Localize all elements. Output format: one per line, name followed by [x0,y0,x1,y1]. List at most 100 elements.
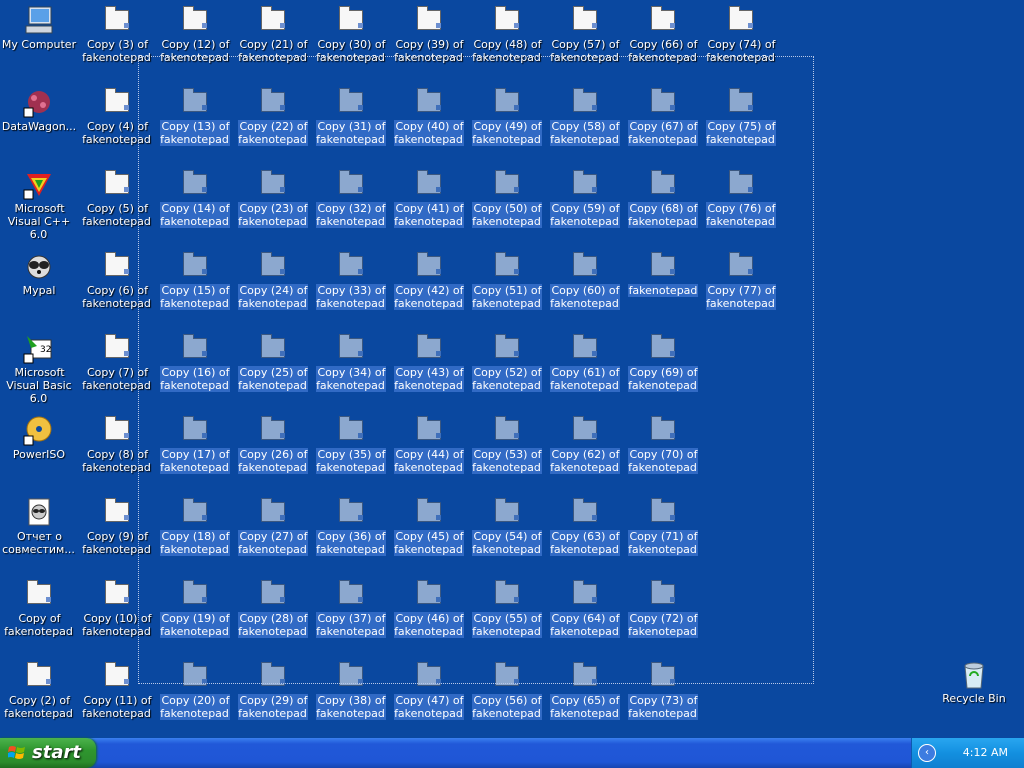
desktop-icon-grid-6-1[interactable]: Copy (67) of fakenotepad [624,84,702,158]
desktop-icon-grid-3-5[interactable]: Copy (44) of fakenotepad [390,412,468,486]
desktop-icon-grid-0-0[interactable]: Copy (12) of fakenotepad [156,2,234,76]
desktop-icon-col1-2[interactable]: Microsoft Visual C++ 6.0 [0,166,78,241]
desktop-icon-label: Copy (47) of fakenotepad [394,694,464,720]
desktop-icon-grid-1-2[interactable]: Copy (23) of fakenotepad [234,166,312,240]
desktop-icon-grid-2-7[interactable]: Copy (37) of fakenotepad [312,576,390,650]
desktop-icon-grid-5-1[interactable]: Copy (58) of fakenotepad [546,84,624,158]
desktop-icon-grid-7-1[interactable]: Copy (75) of fakenotepad [702,84,780,158]
desktop-icon-grid-6-8[interactable]: Copy (73) of fakenotepad [624,658,702,732]
desktop-icon-grid-0-5[interactable]: Copy (17) of fakenotepad [156,412,234,486]
desktop-icon-grid-6-4[interactable]: Copy (69) of fakenotepad [624,330,702,404]
desktop-icon-col1-1[interactable]: DataWagon... [0,84,78,158]
desktop-icon-grid-5-8[interactable]: Copy (65) of fakenotepad [546,658,624,732]
desktop-icon-grid-7-3[interactable]: Copy (77) of fakenotepad [702,248,780,322]
desktop-icon-col1-8[interactable]: Copy (2) of fakenotepad [0,658,78,732]
desktop-icon-grid-6-5[interactable]: Copy (70) of fakenotepad [624,412,702,486]
desktop-icon-grid-6-0[interactable]: Copy (66) of fakenotepad [624,2,702,76]
desktop-icon-label: Copy (57) of fakenotepad [550,38,620,64]
desktop-icon-grid-7-2[interactable]: Copy (76) of fakenotepad [702,166,780,240]
desktop-icon-grid-4-7[interactable]: Copy (55) of fakenotepad [468,576,546,650]
desktop-icon-grid-5-3[interactable]: Copy (60) of fakenotepad [546,248,624,322]
start-button[interactable]: start [0,738,96,768]
desktop-icon-grid-3-0[interactable]: Copy (39) of fakenotepad [390,2,468,76]
desktop-icon-col1-5[interactable]: PowerISO [0,412,78,486]
desktop-icon-grid-5-0[interactable]: Copy (57) of fakenotepad [546,2,624,76]
desktop-icon-label: Mypal [22,284,56,297]
desktop-icon-grid-3-7[interactable]: Copy (46) of fakenotepad [390,576,468,650]
desktop-icon-grid-0-1[interactable]: Copy (13) of fakenotepad [156,84,234,158]
desktop-icon-grid-3-1[interactable]: Copy (40) of fakenotepad [390,84,468,158]
desktop-icon-grid-2-6[interactable]: Copy (36) of fakenotepad [312,494,390,568]
desktop-icon-grid-4-6[interactable]: Copy (54) of fakenotepad [468,494,546,568]
desktop-icon-grid-4-4[interactable]: Copy (52) of fakenotepad [468,330,546,404]
desktop-icon-grid-0-2[interactable]: Copy (14) of fakenotepad [156,166,234,240]
desktop-icon-col2-1[interactable]: Copy (4) of fakenotepad [78,84,156,158]
desktop-icon-col1-4[interactable]: 32 Microsoft Visual Basic 6.0 [0,330,78,405]
desktop-icon-label: Copy (54) of fakenotepad [472,530,542,556]
desktop-icon-grid-3-2[interactable]: Copy (41) of fakenotepad [390,166,468,240]
desktop-icon-grid-4-2[interactable]: Copy (50) of fakenotepad [468,166,546,240]
desktop-icon-grid-7-0[interactable]: Copy (74) of fakenotepad [702,2,780,76]
desktop-icon-label: Copy (43) of fakenotepad [394,366,464,392]
desktop-icon-grid-3-4[interactable]: Copy (43) of fakenotepad [390,330,468,404]
desktop-icon-grid-1-1[interactable]: Copy (22) of fakenotepad [234,84,312,158]
desktop-icon-grid-0-8[interactable]: Copy (20) of fakenotepad [156,658,234,732]
desktop-icon-grid-2-2[interactable]: Copy (32) of fakenotepad [312,166,390,240]
desktop-icon-grid-1-6[interactable]: Copy (27) of fakenotepad [234,494,312,568]
desktop-icon-grid-3-3[interactable]: Copy (42) of fakenotepad [390,248,468,322]
desktop-icon-grid-2-0[interactable]: Copy (30) of fakenotepad [312,2,390,76]
desktop-icon-grid-6-2[interactable]: Copy (68) of fakenotepad [624,166,702,240]
desktop-icon-label: Copy (76) of fakenotepad [706,202,776,228]
clock[interactable]: 4:12 AM [963,746,1008,759]
desktop-icon-grid-5-6[interactable]: Copy (63) of fakenotepad [546,494,624,568]
desktop-icon-grid-2-8[interactable]: Copy (38) of fakenotepad [312,658,390,732]
desktop-icon-grid-2-4[interactable]: Copy (34) of fakenotepad [312,330,390,404]
desktop[interactable]: My Computer DataWagon... Microsoft Visual … [0,0,1024,738]
desktop-icon-recycle-bin[interactable]: Recycle Bin [935,656,1013,730]
desktop-icon-grid-1-3[interactable]: Copy (24) of fakenotepad [234,248,312,322]
desktop-icon-label: Copy (41) of fakenotepad [394,202,464,228]
desktop-icon-grid-1-7[interactable]: Copy (28) of fakenotepad [234,576,312,650]
desktop-icon-grid-6-7[interactable]: Copy (72) of fakenotepad [624,576,702,650]
desktop-icon-grid-4-1[interactable]: Copy (49) of fakenotepad [468,84,546,158]
desktop-icon-grid-2-1[interactable]: Copy (31) of fakenotepad [312,84,390,158]
show-hidden-icons-icon[interactable]: ‹ [918,744,936,762]
desktop-icon-grid-6-6[interactable]: Copy (71) of fakenotepad [624,494,702,568]
desktop-icon-grid-0-3[interactable]: Copy (15) of fakenotepad [156,248,234,322]
desktop-icon-grid-5-5[interactable]: Copy (62) of fakenotepad [546,412,624,486]
desktop-icon-col2-8[interactable]: Copy (11) of fakenotepad [78,658,156,732]
desktop-icon-grid-1-8[interactable]: Copy (29) of fakenotepad [234,658,312,732]
desktop-icon-col2-0[interactable]: Copy (3) of fakenotepad [78,2,156,76]
desktop-icon-grid-4-3[interactable]: Copy (51) of fakenotepad [468,248,546,322]
desktop-icon-grid-1-4[interactable]: Copy (25) of fakenotepad [234,330,312,404]
desktop-icon-col1-3[interactable]: Mypal [0,248,78,322]
desktop-icon-grid-3-8[interactable]: Copy (47) of fakenotepad [390,658,468,732]
desktop-icon-grid-5-4[interactable]: Copy (61) of fakenotepad [546,330,624,404]
desktop-icon-grid-1-5[interactable]: Copy (26) of fakenotepad [234,412,312,486]
folder-icon [569,414,601,446]
desktop-icon-grid-4-0[interactable]: Copy (48) of fakenotepad [468,2,546,76]
desktop-icon-grid-2-3[interactable]: Copy (33) of fakenotepad [312,248,390,322]
desktop-icon-col1-7[interactable]: Copy of fakenotepad [0,576,78,650]
desktop-icon-col1-6[interactable]: Отчет о совместим... [0,494,78,568]
desktop-icon-grid-5-2[interactable]: Copy (59) of fakenotepad [546,166,624,240]
desktop-icon-grid-4-5[interactable]: Copy (53) of fakenotepad [468,412,546,486]
desktop-icon-col1-0[interactable]: My Computer [0,2,78,76]
desktop-icon-grid-3-6[interactable]: Copy (45) of fakenotepad [390,494,468,568]
desktop-icon-label: Recycle Bin [942,692,1006,705]
desktop-icon-col2-6[interactable]: Copy (9) of fakenotepad [78,494,156,568]
desktop-icon-grid-0-6[interactable]: Copy (18) of fakenotepad [156,494,234,568]
desktop-icon-col2-5[interactable]: Copy (8) of fakenotepad [78,412,156,486]
desktop-icon-grid-6-3[interactable]: fakenotepad [624,248,702,322]
desktop-icon-grid-0-4[interactable]: Copy (16) of fakenotepad [156,330,234,404]
desktop-icon-col2-3[interactable]: Copy (6) of fakenotepad [78,248,156,322]
desktop-icon-grid-0-7[interactable]: Copy (19) of fakenotepad [156,576,234,650]
desktop-icon-grid-2-5[interactable]: Copy (35) of fakenotepad [312,412,390,486]
desktop-icon-col2-2[interactable]: Copy (5) of fakenotepad [78,166,156,240]
desktop-icon-grid-1-0[interactable]: Copy (21) of fakenotepad [234,2,312,76]
desktop-icon-col2-7[interactable]: Copy (10) of fakenotepad [78,576,156,650]
desktop-icon-grid-4-8[interactable]: Copy (56) of fakenotepad [468,658,546,732]
desktop-icon-grid-5-7[interactable]: Copy (64) of fakenotepad [546,576,624,650]
desktop-icon-label: Copy (53) of fakenotepad [472,448,542,474]
desktop-icon-col2-4[interactable]: Copy (7) of fakenotepad [78,330,156,404]
